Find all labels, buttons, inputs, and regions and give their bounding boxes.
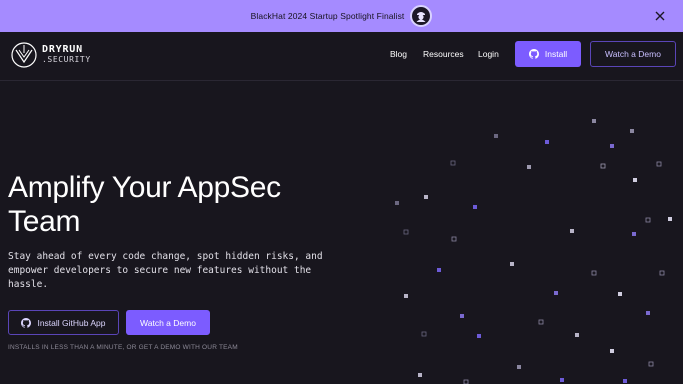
particle xyxy=(610,144,614,148)
particle xyxy=(424,195,428,199)
hero-subtitle: Stay ahead of every code change, spot hi… xyxy=(8,251,323,290)
particle xyxy=(648,361,654,367)
install-github-app-label: Install GitHub App xyxy=(37,317,106,328)
logo-text: DRYRUN .SECURITY xyxy=(42,45,91,65)
banner-text: BlackHat 2024 Startup Spotlight Finalist xyxy=(250,11,405,21)
install-button[interactable]: Install xyxy=(515,41,581,67)
particle xyxy=(570,229,574,233)
github-icon xyxy=(528,49,539,59)
particle xyxy=(510,262,514,266)
particle xyxy=(630,129,634,133)
nav-link-login[interactable]: Login xyxy=(478,49,499,59)
announcement-banner: BlackHat 2024 Startup Spotlight Finalist xyxy=(0,0,683,32)
particle xyxy=(463,379,469,384)
particle xyxy=(668,217,672,221)
close-icon[interactable] xyxy=(651,7,669,25)
blackhat-badge-icon xyxy=(410,5,433,27)
particle xyxy=(395,201,399,205)
watch-demo-hero-label: Watch a Demo xyxy=(140,317,196,328)
particle xyxy=(632,232,636,236)
top-navigation: DRYRUN .SECURITY Blog Resources Login In… xyxy=(0,32,683,81)
particle xyxy=(656,161,662,167)
particle xyxy=(450,160,456,166)
particle xyxy=(494,134,498,138)
particle xyxy=(659,270,665,276)
logo-domain: .SECURITY xyxy=(42,55,91,64)
particle xyxy=(575,333,579,337)
particle xyxy=(473,205,477,209)
logo[interactable]: DRYRUN .SECURITY xyxy=(10,41,91,69)
nav-link-resources[interactable]: Resources xyxy=(423,49,464,59)
particle xyxy=(404,294,408,298)
particle xyxy=(527,165,531,169)
watch-demo-nav-button[interactable]: Watch a Demo xyxy=(590,41,676,67)
particle xyxy=(403,229,409,235)
particle xyxy=(418,373,422,377)
watch-demo-nav-label: Watch a Demo xyxy=(605,49,661,59)
particle xyxy=(437,268,441,272)
particle xyxy=(646,311,650,315)
hero-note: INSTALLS IN LESS THAN A MINUTE, OR GET A… xyxy=(8,344,238,351)
particle xyxy=(600,163,606,169)
particle xyxy=(460,314,464,318)
particle xyxy=(554,291,558,295)
hero-title: Amplify Your AppSec Team xyxy=(8,171,281,238)
dryrun-logo-icon xyxy=(11,42,37,68)
particle xyxy=(610,349,614,353)
decorative-particle-field xyxy=(395,119,672,384)
particle xyxy=(591,270,597,276)
watch-demo-hero-button[interactable]: Watch a Demo xyxy=(126,310,210,335)
nav-link-blog[interactable]: Blog xyxy=(390,49,407,59)
github-icon xyxy=(21,317,32,328)
particle xyxy=(633,178,637,182)
install-github-app-button[interactable]: Install GitHub App xyxy=(8,310,119,335)
particle xyxy=(421,331,427,337)
particle xyxy=(645,217,651,223)
particle xyxy=(477,334,481,338)
install-button-label: Install xyxy=(544,49,568,59)
particle xyxy=(545,140,549,144)
particle xyxy=(623,379,627,383)
logo-name: DRYRUN xyxy=(42,44,83,55)
particle xyxy=(451,236,457,242)
particle xyxy=(517,365,521,369)
particle xyxy=(538,319,544,325)
particle xyxy=(592,119,596,123)
particle xyxy=(560,378,564,382)
particle xyxy=(618,292,622,296)
